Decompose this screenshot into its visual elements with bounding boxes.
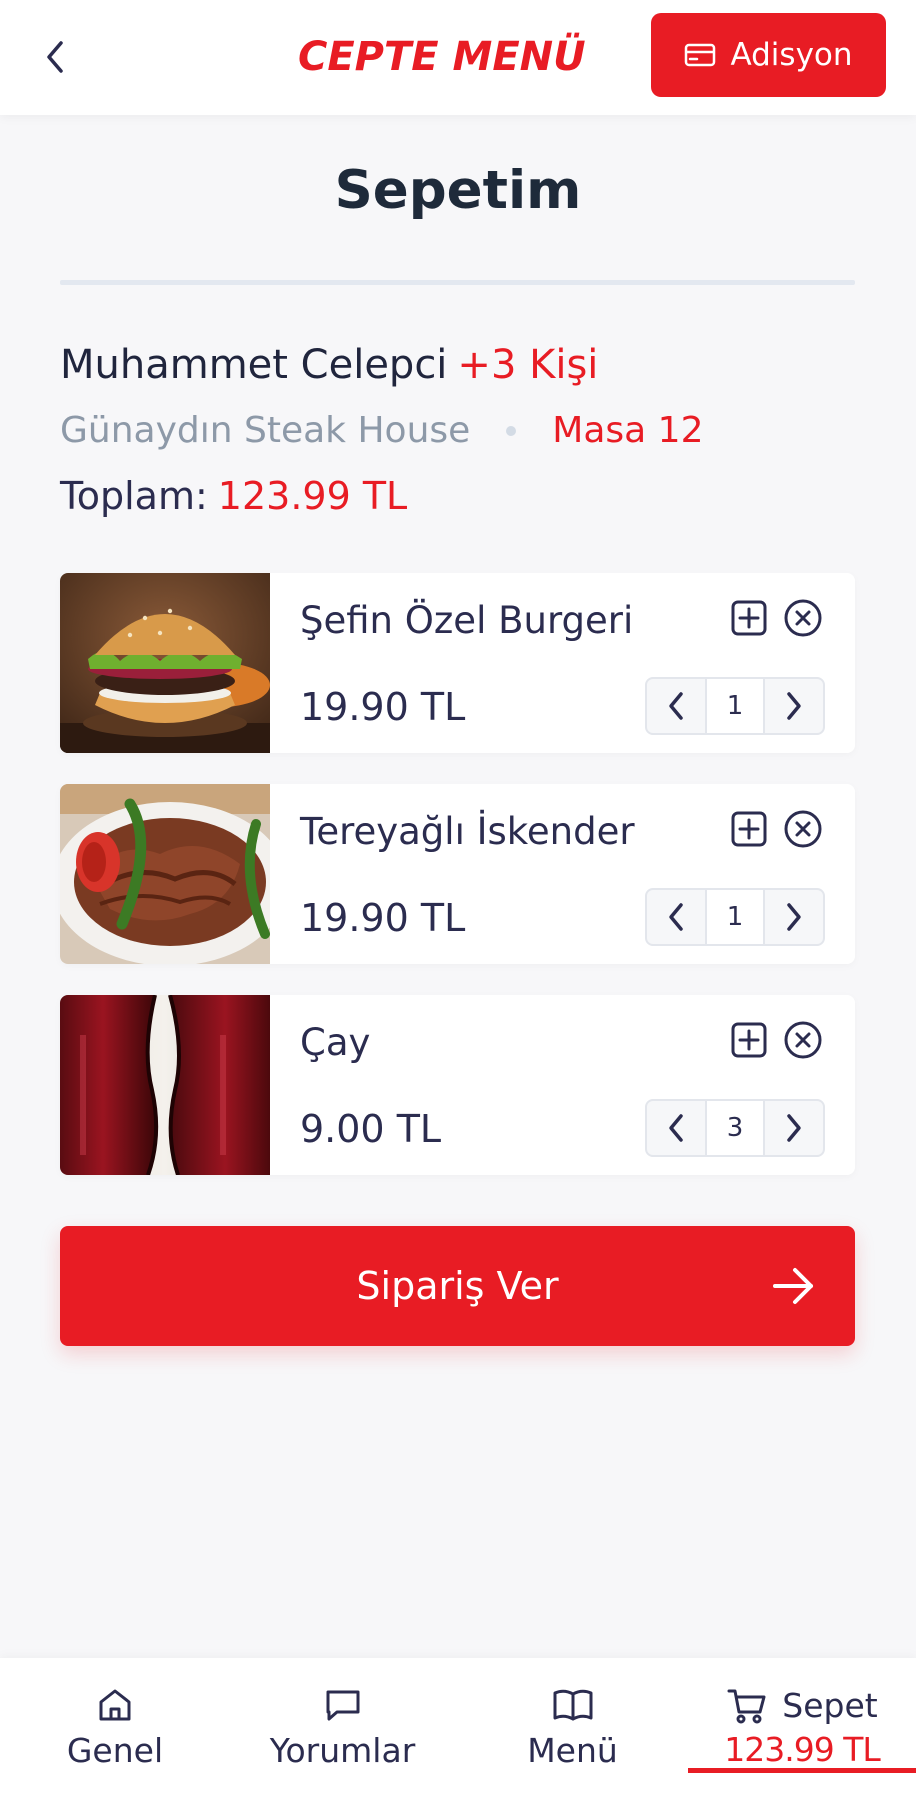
chevron-left-icon <box>669 692 683 720</box>
increase-button[interactable] <box>765 890 823 944</box>
decrease-button[interactable] <box>647 1101 705 1155</box>
chevron-left-icon <box>47 41 63 73</box>
item-name: Şefin Özel Burgeri <box>300 599 634 642</box>
quantity-value: 1 <box>705 679 765 733</box>
message-square-icon <box>326 1690 359 1720</box>
adisyon-button[interactable]: Adisyon <box>651 13 886 97</box>
tea-image <box>60 995 270 1175</box>
add-note-button[interactable] <box>728 808 770 850</box>
sepet-header: Sepet <box>726 1686 878 1726</box>
cart-item: Tereyağlı İskender 19.90 TL 1 <box>60 784 855 964</box>
active-tab-indicator <box>688 1768 916 1773</box>
nav-label: Sepet <box>782 1686 878 1725</box>
quantity-stepper: 1 <box>645 888 825 946</box>
arrow-right-icon <box>773 1268 813 1304</box>
burger-image <box>60 573 270 753</box>
chevron-left-icon <box>669 903 683 931</box>
shopping-cart-icon <box>727 1689 766 1723</box>
decrease-button[interactable] <box>647 890 705 944</box>
plus-square-icon <box>731 811 767 847</box>
place-order-label: Sipariş Ver <box>356 1264 559 1308</box>
add-note-button[interactable] <box>728 1019 770 1061</box>
nav-label: Genel <box>66 1730 164 1770</box>
place-order-button[interactable]: Sipariş Ver <box>60 1226 855 1346</box>
remove-item-button[interactable] <box>782 808 824 850</box>
quantity-value: 3 <box>705 1101 765 1155</box>
chevron-right-icon <box>787 1114 801 1142</box>
credit-card-icon <box>685 43 716 67</box>
extra-people: +3 Kişi <box>457 342 599 388</box>
chevron-right-icon <box>787 692 801 720</box>
table-number: Masa 12 <box>552 410 704 451</box>
item-price: 19.90 TL <box>300 685 466 729</box>
page-title: Sepetim <box>334 160 582 221</box>
cart-item: Çay 9.00 TL 3 <box>60 995 855 1175</box>
quantity-value: 1 <box>705 890 765 944</box>
close-circle-icon <box>784 599 822 637</box>
nav-label: Yorumlar <box>269 1730 416 1770</box>
nav-item-sepet[interactable]: Sepet 123.99 TL <box>688 1658 916 1796</box>
nav-item-menu[interactable]: Menü <box>500 1658 645 1796</box>
app-logo: CEPTE MENÜ <box>298 34 586 80</box>
cart-total: 123.99 TL <box>724 1729 881 1769</box>
app-header: CEPTE MENÜ Adisyon <box>0 0 916 115</box>
quantity-stepper: 1 <box>645 677 825 735</box>
remove-item-button[interactable] <box>782 1019 824 1061</box>
cart-page: CEPTE MENÜ Adisyon Sepetim Muhammet Cele… <box>0 0 916 1796</box>
plus-square-icon <box>731 1022 767 1058</box>
restaurant-info: Günaydın Steak House Masa 12 <box>60 410 704 451</box>
total-amount: 123.99 TL <box>217 474 408 518</box>
close-circle-icon <box>784 810 822 848</box>
increase-button[interactable] <box>765 679 823 733</box>
iskender-image <box>60 784 270 964</box>
customer-name: Muhammet Celepci <box>60 342 448 388</box>
item-name: Çay <box>300 1021 371 1064</box>
back-button[interactable] <box>30 28 80 86</box>
item-name: Tereyağlı İskender <box>300 810 635 853</box>
bottom-navigation: Genel Yorumlar Menü Sepet 123.99 TL <box>0 1658 916 1796</box>
quantity-stepper: 3 <box>645 1099 825 1157</box>
close-circle-icon <box>784 1021 822 1059</box>
separator-dot <box>506 425 517 436</box>
increase-button[interactable] <box>765 1101 823 1155</box>
adisyon-label: Adisyon <box>730 37 853 73</box>
item-price: 9.00 TL <box>300 1107 442 1151</box>
remove-item-button[interactable] <box>782 597 824 639</box>
add-note-button[interactable] <box>728 597 770 639</box>
plus-square-icon <box>731 600 767 636</box>
chevron-right-icon <box>787 903 801 931</box>
decrease-button[interactable] <box>647 679 705 733</box>
cart-item: Şefin Özel Burgeri 19.90 TL 1 <box>60 573 855 753</box>
chevron-left-icon <box>669 1114 683 1142</box>
item-price: 19.90 TL <box>300 896 466 940</box>
book-open-icon <box>553 1689 592 1720</box>
nav-item-yorumlar[interactable]: Yorumlar <box>255 1658 430 1796</box>
home-icon <box>99 1689 131 1720</box>
nav-label: Menü <box>527 1730 618 1770</box>
nav-item-genel[interactable]: Genel <box>40 1658 190 1796</box>
restaurant-name: Günaydın Steak House <box>60 410 471 451</box>
total-label: Toplam: <box>60 474 208 518</box>
customer-info: Muhammet Celepci +3 Kişi <box>60 342 598 388</box>
total-info: Toplam: 123.99 TL <box>60 474 407 518</box>
title-divider <box>60 280 855 285</box>
